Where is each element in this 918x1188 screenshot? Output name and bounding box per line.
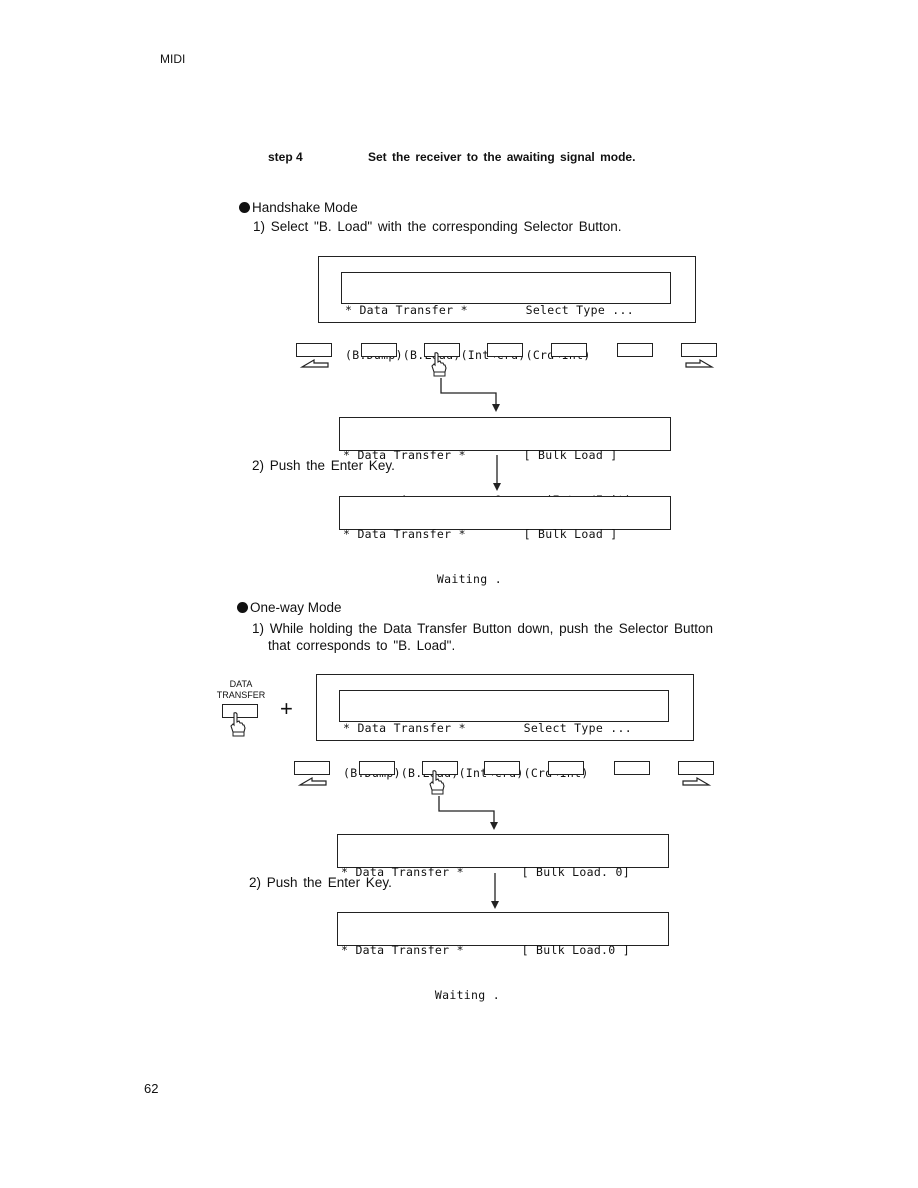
lcd-screen-select-type: * Data Transfer * Select Type ... (B.Dum… [339, 690, 669, 780]
oneway-title-text: One-way Mode [250, 600, 342, 615]
lcd-screen-confirm: * Data Transfer * [ Bulk Load. 0] Are yo… [337, 834, 669, 924]
selector-button-4[interactable] [551, 343, 587, 357]
handshake-title-text: Handshake Mode [252, 200, 358, 215]
lcd-line-1: * Data Transfer * Select Type ... [343, 721, 632, 735]
selector-button-shift-right[interactable] [681, 343, 717, 357]
lcd-line-1: * Data Transfer * [ Bulk Load.0 ] [341, 943, 630, 957]
oneway-step2: 2) Push the Enter Key. [249, 875, 392, 890]
pointing-hand-icon [431, 352, 447, 377]
handshake-step2: 2) Push the Enter Key. [252, 458, 395, 473]
lcd-screen-waiting: * Data Transfer * [ Bulk Load.0 ] Waitin… [337, 912, 669, 1002]
lcd-line-1: * Data Transfer * Select Type ... [345, 303, 634, 317]
down-arrow-icon [493, 455, 501, 491]
lcd-screen-confirm: * Data Transfer * [ Bulk Load ] Are you … [339, 417, 671, 507]
page-number: 62 [144, 1081, 159, 1096]
selector-button-shift-left[interactable] [296, 343, 332, 357]
selector-button-3[interactable] [484, 761, 520, 775]
lcd-line-1: * Data Transfer * [ Bulk Load ] [343, 527, 618, 541]
down-arrow-icon [491, 873, 499, 909]
step-label: step 4 [268, 150, 303, 164]
selector-button-5[interactable] [617, 343, 653, 357]
lcd-screen-select-type: * Data Transfer * Select Type ... (B.Dum… [341, 272, 671, 362]
handshake-step1: 1) Select "B. Load" with the correspondi… [253, 219, 622, 234]
handshake-mode-title: Handshake Mode [239, 200, 358, 215]
flow-arrow-icon [440, 378, 500, 412]
bullet-icon [237, 602, 248, 613]
pointing-hand-icon [230, 712, 246, 737]
shift-right-arrow-icon [682, 776, 712, 786]
oneway-mode-title: One-way Mode [237, 600, 342, 615]
selector-button-3[interactable] [487, 343, 523, 357]
step-text: Set the receiver to the awaiting signal … [368, 150, 636, 164]
plus-sign: + [280, 696, 293, 721]
selector-button-5[interactable] [614, 761, 650, 775]
selector-button-1[interactable] [359, 761, 395, 775]
oneway-step1-line1: 1) While holding the Data Transfer Butto… [252, 621, 714, 636]
shift-right-arrow-icon [685, 358, 715, 368]
data-transfer-label: DATA TRANSFER [213, 679, 269, 701]
shift-left-arrow-icon [297, 776, 327, 786]
lcd-screen-waiting: * Data Transfer * [ Bulk Load ] Waiting … [339, 496, 671, 586]
data-transfer-label-line1: DATA [229, 679, 253, 689]
pointing-hand-icon [429, 770, 445, 795]
selector-button-1[interactable] [361, 343, 397, 357]
flow-arrow-icon [438, 796, 498, 830]
selector-button-4[interactable] [548, 761, 584, 775]
selector-button-shift-left[interactable] [294, 761, 330, 775]
lcd-line-2: Waiting . [341, 988, 500, 1002]
oneway-step1-line2: that corresponds to "B. Load". [268, 638, 456, 653]
data-transfer-label-line2: TRANSFER [216, 690, 266, 700]
lcd-line-2: Waiting . [343, 572, 502, 586]
selector-button-shift-right[interactable] [678, 761, 714, 775]
shift-left-arrow-icon [299, 358, 329, 368]
section-header: MIDI [160, 52, 186, 66]
bullet-icon [239, 202, 250, 213]
